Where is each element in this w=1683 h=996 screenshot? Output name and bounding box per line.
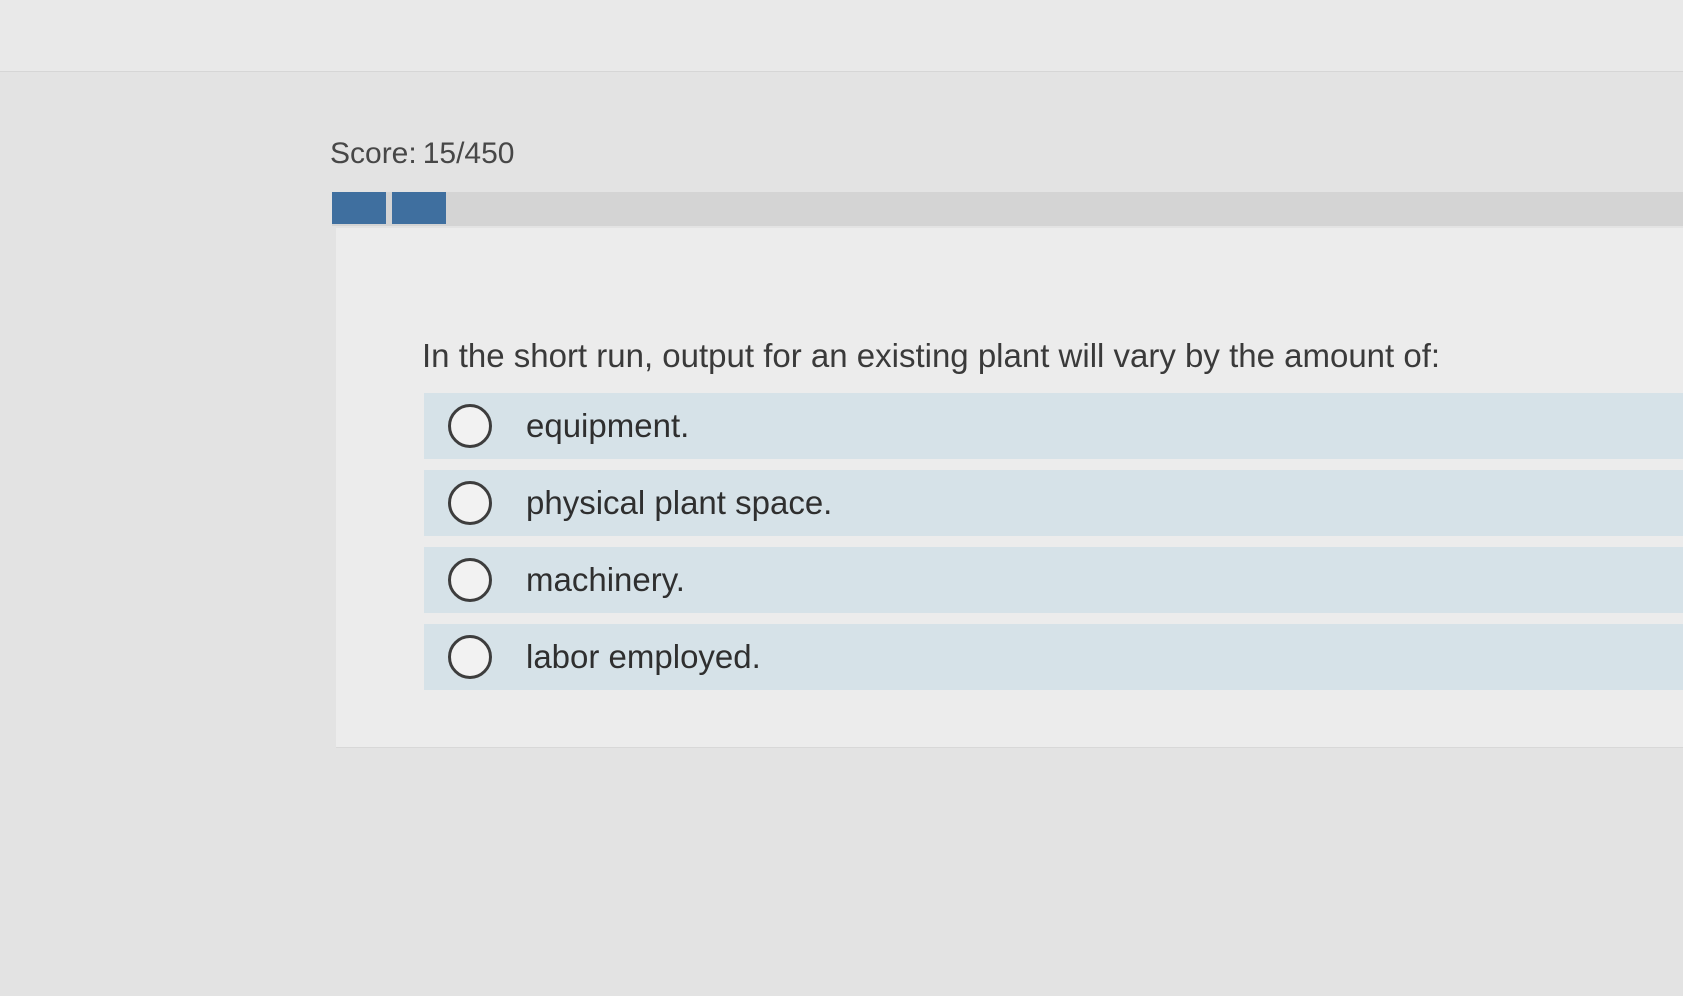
answer-option-physical-plant-space[interactable]: physical plant space. xyxy=(424,470,1683,536)
quiz-page: Score: 15/450 In the short run, output fo… xyxy=(0,0,1683,996)
answer-option-label: labor employed. xyxy=(526,638,761,675)
progress-bar xyxy=(332,192,1683,226)
progress-segment-2 xyxy=(392,192,449,224)
answer-option-label: machinery. xyxy=(526,561,685,598)
question-text: In the short run, output for an existing… xyxy=(422,337,1441,374)
answer-option-labor-employed[interactable]: labor employed. xyxy=(424,624,1683,690)
radio-circle-icon[interactable] xyxy=(448,481,492,525)
answer-option-label: equipment. xyxy=(526,407,690,444)
score-value: 15/450 xyxy=(422,137,515,170)
answer-options: equipment. physical plant space. machine… xyxy=(424,393,1683,701)
radio-circle-icon[interactable] xyxy=(448,635,492,679)
answer-option-equipment[interactable]: equipment. xyxy=(424,393,1683,459)
top-band xyxy=(0,0,1683,72)
radio-circle-icon[interactable] xyxy=(448,404,492,448)
score-label: Score: xyxy=(330,137,417,170)
answer-option-machinery[interactable]: machinery. xyxy=(424,547,1683,613)
radio-circle-icon[interactable] xyxy=(448,558,492,602)
answer-option-label: physical plant space. xyxy=(526,484,833,521)
score-display: Score: 15/450 xyxy=(330,137,514,171)
progress-segment-1 xyxy=(332,192,389,224)
